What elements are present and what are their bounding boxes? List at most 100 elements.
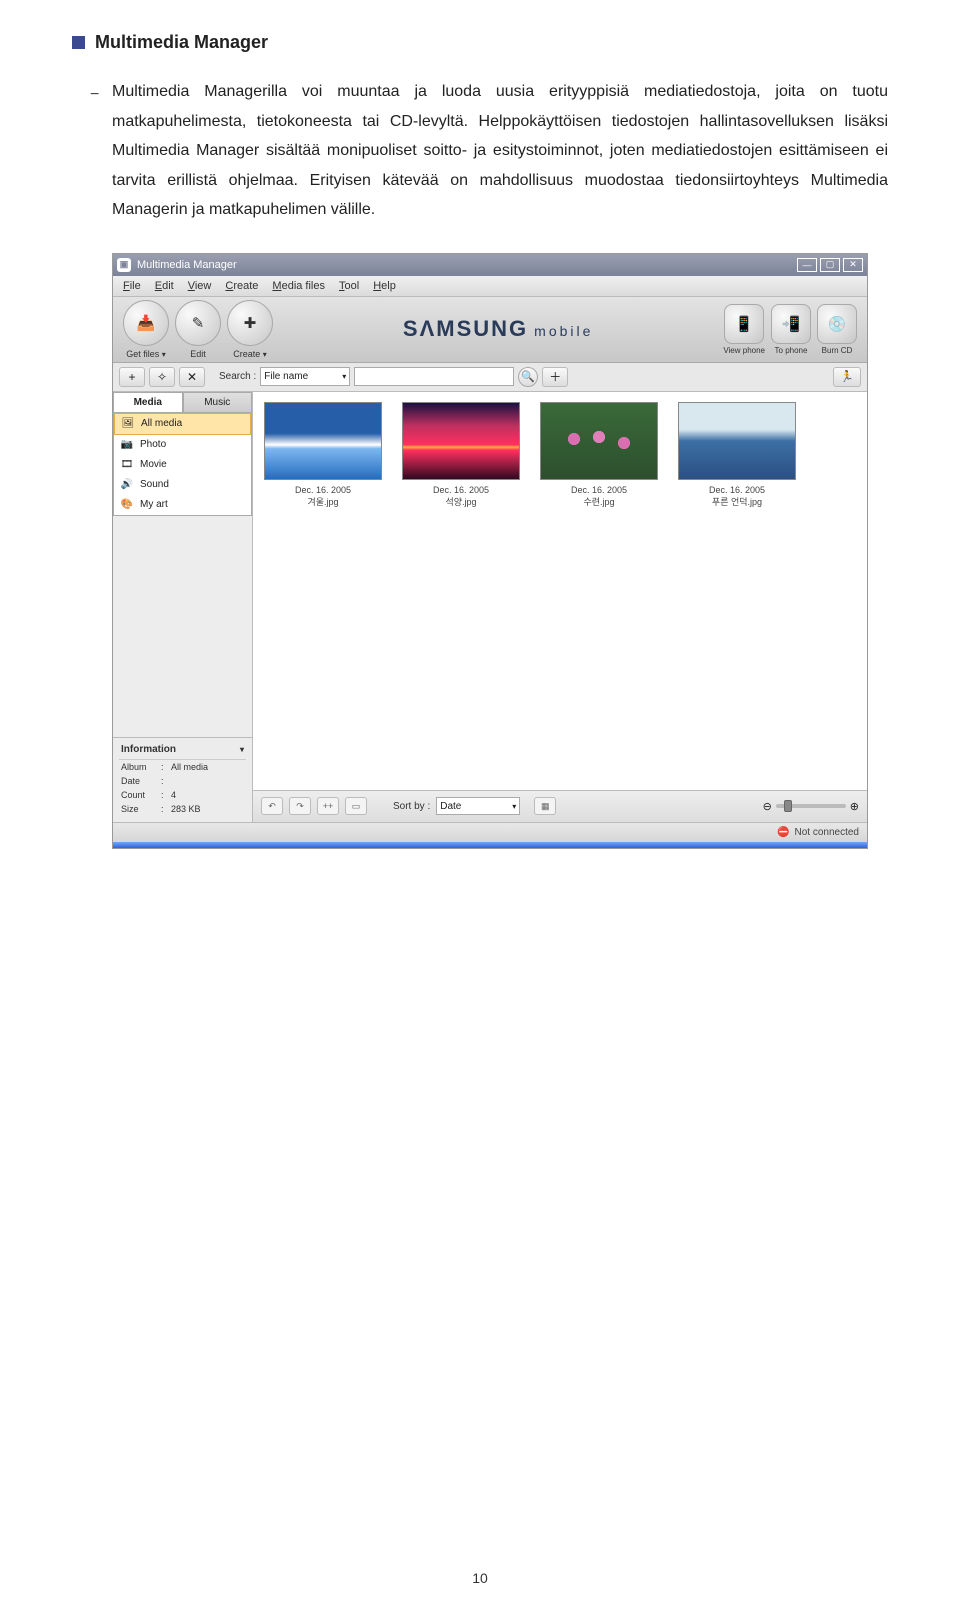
sidebar-list: 🖼 All media 📷 Photo 🎞 Movie 🔊 Sound 🎨 [113,412,252,516]
sidebar-item-movie[interactable]: 🎞 Movie [114,455,251,475]
info-row-date: Date: [119,774,246,788]
thumbnail-item[interactable]: Dec. 16. 2005겨울.jpg [259,402,387,508]
chevron-down-icon: ▾ [162,350,166,359]
toolbar-right-group: 📱 View phone 📲 To phone 💿 Burn CD [723,304,857,355]
sidebar: Media Music 🖼 All media 📷 Photo 🎞 Movie … [113,392,253,822]
search-go-button[interactable]: 🔍 [518,367,538,387]
zoom-knob[interactable] [784,800,792,812]
menu-file[interactable]: File [123,280,141,292]
close-button[interactable]: ✕ [843,258,863,272]
thumbnail-caption: Dec. 16. 2005푸른 언덕.jpg [709,485,765,508]
phone-icon: 📱 [735,315,754,333]
camera-icon: 📷 [120,438,134,452]
thumbnail-caption: Dec. 16. 2005수련.jpg [571,485,627,508]
search-label: Search : [219,371,256,382]
menu-edit[interactable]: Edit [155,280,174,292]
zoom-track[interactable] [776,804,846,808]
sidebar-item-label: Photo [140,439,166,450]
burn-cd-label: Burn CD [822,346,853,355]
window-title: Multimedia Manager [137,259,237,271]
to-phone-label: To phone [775,346,808,355]
info-panel: Information ▾ Album:All media Date: Coun… [113,737,252,822]
view-phone-button[interactable]: 📱 [724,304,764,344]
menu-help[interactable]: Help [373,280,396,292]
chevron-down-icon: ▾ [342,372,346,381]
thumbnail-item[interactable]: Dec. 16. 2005석양.jpg [397,402,525,508]
view-mode-button[interactable]: ▦ [534,797,556,815]
get-files-button[interactable]: 📥 [123,300,169,346]
square-bullet-icon [72,36,85,49]
dash-bullet-icon: − [90,80,99,110]
sort-select[interactable]: Date▾ [436,797,520,815]
section-title-text: Multimedia Manager [95,32,268,53]
thumbnail-item[interactable]: Dec. 16. 2005수련.jpg [535,402,663,508]
maximize-button[interactable]: ▢ [820,258,840,272]
search-icon: 🔍 [521,370,535,383]
statusbar: ⛔ Not connected [113,822,867,842]
tab-media[interactable]: Media [113,392,183,412]
thumbnail-image [264,402,382,480]
window-bottom-border [113,842,867,848]
create-icon: ✚ [244,314,257,332]
sidebar-item-label: Sound [140,479,169,490]
zoom-in-button[interactable]: ++ [317,797,339,815]
expand-button[interactable]: ＋ [542,367,568,387]
palette-icon: 🎨 [120,498,134,512]
search-input[interactable] [354,367,514,386]
rotate-cw-button[interactable]: ↷ [289,797,311,815]
content-bottom-bar: ↶ ↷ ++ ▭ Sort by : Date▾ ▦ ⊖ ⊕ [253,790,867,822]
create-button[interactable]: ✚ [227,300,273,346]
info-row-size: Size:283 KB [119,802,246,816]
thumbnail-caption: Dec. 16. 2005석양.jpg [433,485,489,508]
disconnected-icon: ⛔ [777,827,789,838]
thumbnail-item[interactable]: Dec. 16. 2005푸른 언덕.jpg [673,402,801,508]
menu-create[interactable]: Create [225,280,258,292]
sidebar-item-all-media[interactable]: 🖼 All media [114,413,251,435]
running-indicator[interactable]: 🏃 [833,367,861,387]
toolbar-left-group: 📥 Get files ▾ ✎ Edit ✚ Create ▾ [123,300,273,359]
download-icon: 📥 [137,314,156,332]
minimize-button[interactable]: — [797,258,817,272]
sidebar-item-sound[interactable]: 🔊 Sound [114,475,251,495]
to-phone-button[interactable]: 📲 [771,304,811,344]
app-body: Media Music 🖼 All media 📷 Photo 🎞 Movie … [113,392,867,822]
sidebar-item-label: Movie [140,459,167,470]
burn-cd-button[interactable]: 💿 [817,304,857,344]
add-button[interactable]: + [119,367,145,387]
info-header[interactable]: Information ▾ [119,740,246,760]
zoom-fit-button[interactable]: ▭ [345,797,367,815]
chevron-down-icon: ▾ [263,350,267,359]
zoom-slider[interactable]: ⊖ ⊕ [763,800,859,813]
zoom-out-icon: ⊖ [763,800,772,813]
thumbnail-grid: Dec. 16. 2005겨울.jpg Dec. 16. 2005석양.jpg … [253,392,867,790]
rotate-ccw-button[interactable]: ↶ [261,797,283,815]
content-area: Dec. 16. 2005겨울.jpg Dec. 16. 2005석양.jpg … [253,392,867,822]
create-label: Create ▾ [233,349,267,359]
thumbnail-image [540,402,658,480]
sort-label: Sort by : [393,801,430,812]
edit-label: Edit [190,349,206,359]
wand-button[interactable]: ✧ [149,367,175,387]
sidebar-item-my-art[interactable]: 🎨 My art [114,495,251,515]
sidebar-item-photo[interactable]: 📷 Photo [114,435,251,455]
paragraph-text: Multimedia Managerilla voi muuntaa ja lu… [112,83,888,218]
running-icon: 🏃 [840,370,854,383]
thumbnail-caption: Dec. 16. 2005겨울.jpg [295,485,351,508]
info-row-album: Album:All media [119,760,246,774]
thumbnail-image [678,402,796,480]
menu-view[interactable]: View [188,280,212,292]
view-phone-label: View phone [723,346,765,355]
menu-media-files[interactable]: Media files [272,280,325,292]
brand-logo: SΛMSUNGmobile [273,316,723,342]
menu-tool[interactable]: Tool [339,280,359,292]
tab-music[interactable]: Music [183,392,253,412]
edit-icon: ✎ [192,314,205,332]
edit-button[interactable]: ✎ [175,300,221,346]
search-field-select[interactable]: File name▾ [260,367,350,386]
film-icon: 🎞 [120,458,134,472]
section-heading: Multimedia Manager [72,32,888,53]
titlebar: ▣ Multimedia Manager — ▢ ✕ [113,254,867,276]
page-number: 10 [0,1570,960,1586]
delete-button[interactable]: ✕ [179,367,205,387]
thumbnail-image [402,402,520,480]
